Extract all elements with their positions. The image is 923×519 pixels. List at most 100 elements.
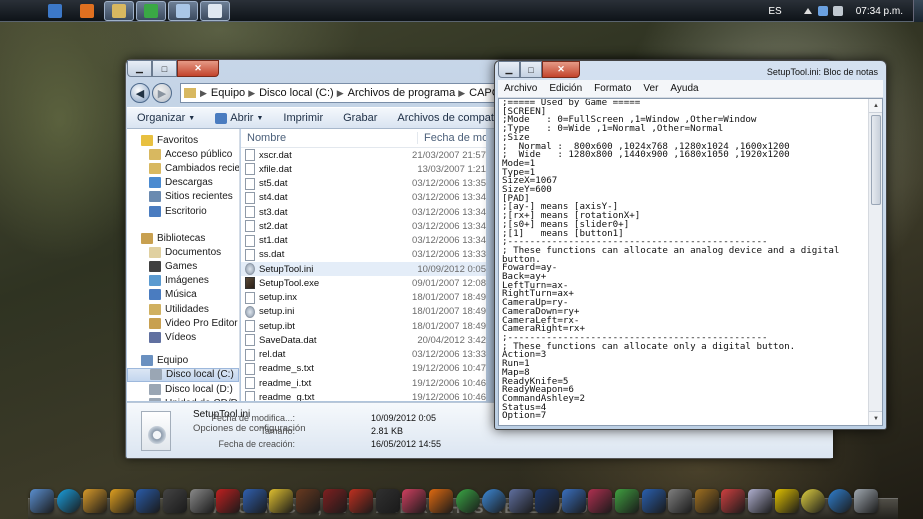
file-row[interactable]: SaveData.dat 20/04/2012 3:42 — [241, 333, 486, 347]
nav-item[interactable]: Acceso público — [127, 147, 239, 161]
toolbar-button[interactable]: Abrir ▼ — [205, 112, 273, 124]
nav-item[interactable]: Disco local (C:) — [127, 367, 239, 382]
toolbar-button[interactable]: Imprimir — [273, 112, 333, 124]
file-row[interactable]: setup.ibt 18/01/2007 18:49 — [241, 319, 486, 333]
tray-expand-icon[interactable] — [803, 8, 812, 14]
capcom-icon[interactable] — [242, 489, 267, 513]
forward-button[interactable]: ▶ — [152, 83, 172, 103]
network-icon[interactable] — [30, 489, 54, 513]
file-row[interactable]: readme_s.txt 19/12/2006 10:47 — [241, 362, 486, 376]
nav-item[interactable]: Video Pro Editor — [127, 316, 239, 330]
nav-item[interactable]: Utilidades — [127, 302, 239, 316]
scroll-down-icon[interactable]: ▼ — [869, 411, 882, 425]
nav-item[interactable]: Games — [127, 260, 239, 274]
game2-icon[interactable] — [694, 489, 719, 513]
taskbar-button-chrome[interactable] — [136, 0, 166, 21]
notes-icon[interactable] — [83, 489, 108, 513]
close-button[interactable]: ✕ — [542, 61, 580, 78]
menu-edicion[interactable]: Edición — [543, 83, 588, 94]
minimize-button[interactable]: ▁ — [498, 61, 520, 78]
avatar-icon[interactable] — [402, 489, 427, 513]
chevron-right-icon[interactable]: ▶ — [337, 88, 344, 99]
breadcrumb-item[interactable]: Equipo — [211, 87, 245, 99]
media-icon[interactable] — [269, 489, 294, 513]
file-row[interactable]: SetupTool.ini 10/09/2012 0:05 — [241, 262, 486, 277]
nav-item[interactable]: Equipo — [127, 354, 239, 368]
nav-item[interactable]: Unidad de CD/D — [127, 396, 239, 401]
taskbar-button-media-player[interactable] — [72, 1, 102, 21]
dvd-icon[interactable] — [801, 489, 826, 513]
nav-item[interactable]: Vídeos — [127, 330, 239, 344]
column-date[interactable]: Fecha de modifica... — [417, 132, 486, 144]
re4-icon[interactable] — [375, 489, 400, 513]
tools-icon[interactable] — [668, 489, 693, 513]
menu-formato[interactable]: Formato — [588, 83, 637, 94]
file-row[interactable]: st2.dat 03/12/2006 13:34 — [241, 219, 486, 233]
toolbar-button[interactable]: Organizar ▼ — [127, 112, 205, 124]
show-desktop-button[interactable] — [913, 0, 923, 22]
safari-icon[interactable] — [482, 489, 507, 513]
chevron-right-icon[interactable]: ▶ — [200, 88, 207, 99]
file-row[interactable]: st5.dat 03/12/2006 13:35 — [241, 177, 486, 191]
music-icon[interactable] — [721, 489, 746, 513]
maximize-button[interactable]: □ — [520, 61, 542, 78]
column-name[interactable]: Nombre — [241, 132, 417, 144]
folder-icon[interactable] — [189, 489, 214, 513]
file-row[interactable]: ss.dat 03/12/2006 13:33 — [241, 248, 486, 262]
volume-tray-icon[interactable] — [832, 6, 843, 16]
chevron-right-icon[interactable]: ▶ — [248, 88, 255, 99]
breadcrumb-item[interactable]: Disco local (C:) — [259, 87, 334, 99]
menu-ver[interactable]: Ver — [637, 83, 664, 94]
file-row[interactable]: xfile.dat 13/03/2007 1:21 — [241, 162, 486, 176]
cd-icon[interactable] — [748, 489, 773, 513]
photos-icon[interactable] — [162, 489, 187, 513]
file-row[interactable]: SetupTool.exe 09/01/2007 12:08 — [241, 276, 486, 290]
nav-item[interactable]: Cambiados recie — [127, 161, 239, 175]
file-row[interactable]: setup.inx 18/01/2007 18:49 — [241, 291, 486, 305]
scroll-thumb[interactable] — [871, 115, 881, 205]
file-row[interactable]: setup.ini 18/01/2007 18:49 — [241, 305, 486, 319]
file-row[interactable]: rel.dat 03/12/2006 13:33 — [241, 348, 486, 362]
notepad-text[interactable]: ;===== Used by Game ===== [SCREEN] ;Mode :… — [502, 99, 867, 425]
nav-item[interactable]: Sitios recientes — [127, 190, 239, 204]
nav-item[interactable]: Escritorio — [127, 204, 239, 218]
paint-icon[interactable] — [774, 489, 799, 513]
word-icon[interactable] — [136, 489, 161, 513]
language-indicator[interactable]: ES — [768, 6, 781, 17]
file-row[interactable]: st1.dat 03/12/2006 13:34 — [241, 234, 486, 248]
file-row[interactable]: st3.dat 03/12/2006 13:34 — [241, 205, 486, 219]
downloads-icon[interactable] — [641, 489, 666, 513]
notepad-editor[interactable]: ;===== Used by Game ===== [SCREEN] ;Mode :… — [498, 98, 883, 426]
chevron-right-icon[interactable]: ▶ — [458, 88, 465, 99]
breadcrumb-item[interactable]: Archivos de programa — [348, 87, 456, 99]
nav-item[interactable]: Documentos — [127, 245, 239, 259]
photoshop-icon[interactable] — [535, 489, 560, 513]
taskbar-button-desktop[interactable] — [168, 0, 198, 21]
vertical-scrollbar[interactable]: ▲ ▼ — [868, 99, 882, 425]
file-row[interactable]: st4.dat 03/12/2006 13:34 — [241, 191, 486, 205]
minimize-button[interactable]: ▁ — [127, 60, 152, 77]
close-button[interactable]: ✕ — [177, 60, 219, 77]
menu-archivo[interactable]: Archivo — [498, 83, 543, 94]
nav-item[interactable]: Favoritos — [127, 133, 239, 147]
upload-icon[interactable] — [827, 489, 852, 513]
video-icon[interactable] — [561, 489, 586, 513]
flash-icon[interactable] — [349, 489, 374, 513]
dj-icon[interactable] — [216, 489, 241, 513]
clock[interactable]: 07:34 p.m. — [856, 6, 903, 17]
taskbar-button-user[interactable] — [40, 1, 70, 21]
app-icon[interactable] — [508, 489, 533, 513]
nav-item[interactable]: Bibliotecas — [127, 231, 239, 245]
file-row[interactable]: readme_i.txt 19/12/2006 10:46 — [241, 376, 486, 390]
skype-icon[interactable] — [56, 489, 81, 513]
itunes-icon[interactable] — [588, 489, 613, 513]
network-tray-icon[interactable] — [817, 6, 828, 16]
calendar-icon[interactable] — [615, 489, 640, 513]
resident-evil-icon[interactable] — [322, 489, 347, 513]
nav-item[interactable]: Descargas — [127, 176, 239, 190]
nav-item[interactable]: Imágenes — [127, 274, 239, 288]
scroll-up-icon[interactable]: ▲ — [869, 99, 882, 113]
chrome-icon[interactable] — [455, 489, 480, 513]
menu-ayuda[interactable]: Ayuda — [664, 83, 704, 94]
taskbar-button-explorer[interactable] — [104, 0, 134, 21]
